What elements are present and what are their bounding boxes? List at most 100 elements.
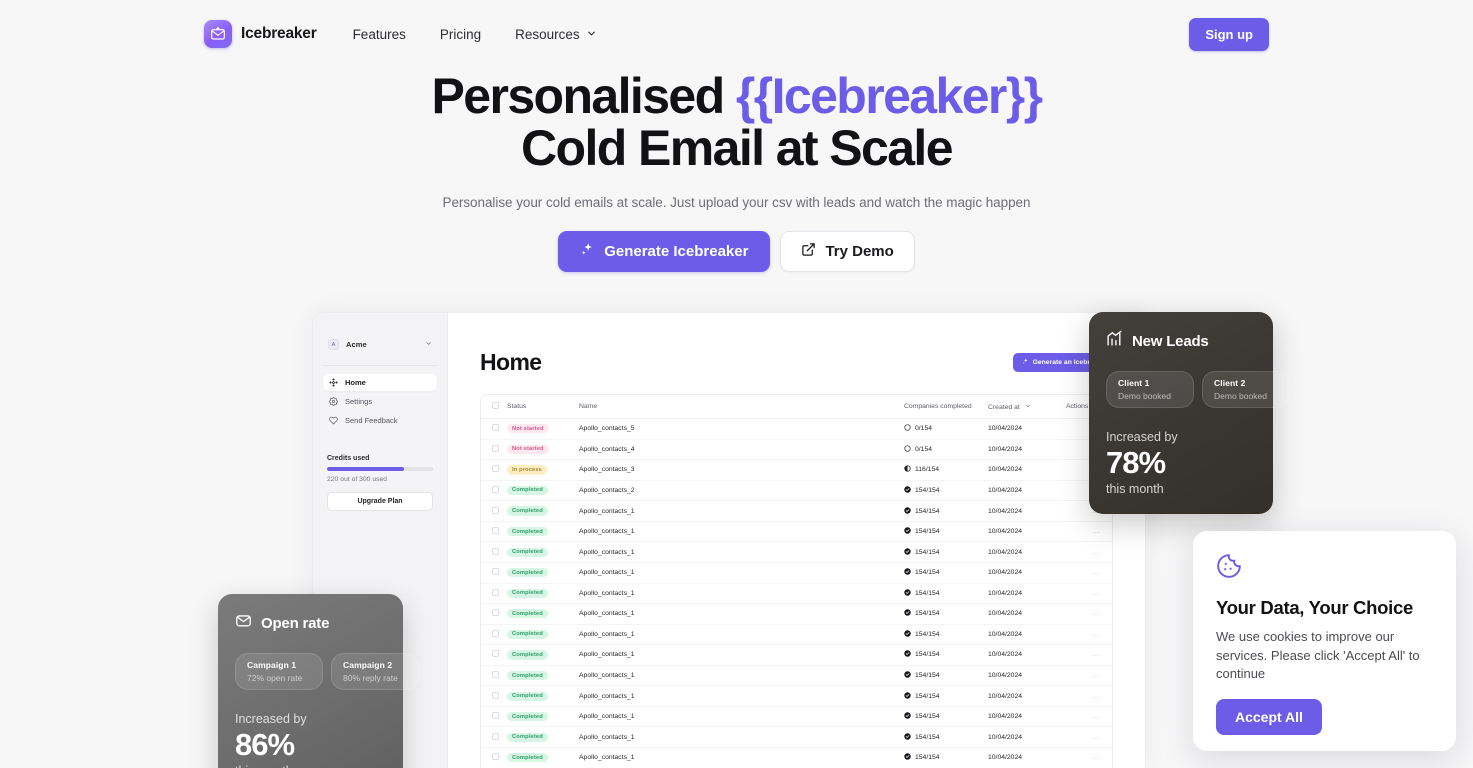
table-row[interactable]: Not started Apollo_contacts_4 0/154 10/04/2… <box>481 439 1112 461</box>
row-checkbox[interactable] <box>492 609 499 617</box>
table-row[interactable]: Completed Apollo_contacts_1 154/154 10/04/2… <box>481 521 1112 543</box>
row-actions-menu-icon[interactable]: ... <box>1092 549 1100 556</box>
row-actions-menu-icon[interactable]: ... <box>1092 672 1100 679</box>
row-actions-menu-icon[interactable]: ... <box>1092 713 1100 720</box>
row-select-cell[interactable] <box>481 541 507 563</box>
row-select-cell[interactable] <box>481 583 507 605</box>
row-actions-menu-icon[interactable]: ... <box>1092 569 1100 576</box>
cell-actions[interactable]: ... <box>1066 706 1112 728</box>
table-row[interactable]: Completed Apollo_contacts_2 154/154 10/04/2… <box>481 480 1112 502</box>
table-row[interactable]: Completed Apollo_contacts_1 154/154 10/04/2… <box>481 665 1112 687</box>
row-select-cell[interactable] <box>481 603 507 625</box>
select-all-checkbox[interactable] <box>492 402 499 409</box>
cell-actions[interactable]: ... <box>1066 685 1112 707</box>
table-row[interactable]: Completed Apollo_contacts_1 154/154 10/04/2… <box>481 562 1112 584</box>
row-actions-menu-icon[interactable]: ... <box>1092 693 1100 700</box>
table-row[interactable]: In process Apollo_contacts_3 116/154 10/04/… <box>481 459 1112 481</box>
row-checkbox[interactable] <box>492 424 499 432</box>
row-checkbox[interactable] <box>492 588 499 596</box>
row-select-cell[interactable] <box>481 706 507 728</box>
table-row[interactable]: Completed Apollo_contacts_1 154/154 10/04/2… <box>481 685 1112 707</box>
row-checkbox[interactable] <box>492 671 499 679</box>
row-select-cell[interactable] <box>481 644 507 666</box>
table-row[interactable]: Completed Apollo_contacts_1 154/154 10/04/2… <box>481 624 1112 646</box>
row-actions-menu-icon[interactable]: ... <box>1092 754 1100 761</box>
nav-link-resources[interactable]: Resources <box>515 27 597 42</box>
row-checkbox[interactable] <box>492 465 499 473</box>
row-select-cell[interactable] <box>481 665 507 687</box>
generate-icebreaker-button[interactable]: Generate Icebreaker <box>558 231 771 272</box>
row-checkbox[interactable] <box>492 527 499 535</box>
cell-actions[interactable]: ... <box>1066 583 1112 605</box>
table-row[interactable]: Completed Apollo_contacts_1 154/154 10/04/2… <box>481 583 1112 605</box>
row-select-cell[interactable] <box>481 685 507 707</box>
row-select-cell[interactable] <box>481 418 507 440</box>
column-created-at[interactable]: Created at <box>988 395 1066 419</box>
table-row[interactable]: Completed Apollo_contacts_1 154/154 10/04/2… <box>481 500 1112 522</box>
table-row[interactable]: Completed Apollo_contacts_1 154/154 10/04/2… <box>481 706 1112 728</box>
row-select-cell[interactable] <box>481 726 507 748</box>
select-all-header[interactable] <box>481 395 507 419</box>
status-badge: Completed <box>507 506 548 516</box>
try-demo-button[interactable]: Try Demo <box>780 231 915 272</box>
cell-actions[interactable]: ... <box>1066 644 1112 666</box>
row-checkbox[interactable] <box>492 691 499 699</box>
open-rate-title-row: Open rate <box>235 612 386 634</box>
row-checkbox[interactable] <box>492 650 499 658</box>
cell-actions[interactable]: ... <box>1066 521 1112 543</box>
table-row[interactable]: Completed Apollo_contacts_1 154/154 10/04/2… <box>481 747 1112 768</box>
cell-actions[interactable]: ... <box>1066 541 1112 563</box>
row-actions-menu-icon[interactable]: ... <box>1092 651 1100 658</box>
row-select-cell[interactable] <box>481 624 507 646</box>
cell-actions[interactable]: ... <box>1066 624 1112 646</box>
table-row[interactable]: Not started Apollo_contacts_5 0/154 10/04/2… <box>481 418 1112 440</box>
row-checkbox[interactable] <box>492 506 499 514</box>
sidebar-item-send-feedback[interactable]: Send Feedback <box>323 412 437 429</box>
cell-actions[interactable]: ... <box>1066 562 1112 584</box>
brand[interactable]: Icebreaker <box>204 20 317 48</box>
cell-actions[interactable]: ... <box>1066 665 1112 687</box>
row-actions-menu-icon[interactable]: ... <box>1092 631 1100 638</box>
row-checkbox[interactable] <box>492 629 499 637</box>
table-row[interactable]: Completed Apollo_contacts_1 154/154 10/04/2… <box>481 644 1112 666</box>
cell-actions[interactable]: ... <box>1066 747 1112 768</box>
sign-up-button[interactable]: Sign up <box>1189 17 1269 51</box>
table-row[interactable]: Completed Apollo_contacts_1 154/154 10/04/2… <box>481 603 1112 625</box>
row-select-cell[interactable] <box>481 747 507 768</box>
companies-completed-value: 154/154 <box>915 528 940 536</box>
nav-link-pricing[interactable]: Pricing <box>440 27 481 42</box>
row-actions-menu-icon[interactable]: ... <box>1092 528 1100 535</box>
workspace-switcher[interactable]: A Acme <box>323 335 437 354</box>
bar-chart-icon <box>1106 330 1123 352</box>
row-actions-menu-icon[interactable]: ... <box>1092 734 1100 741</box>
row-checkbox[interactable] <box>492 485 499 493</box>
row-actions-menu-icon[interactable]: ... <box>1092 590 1100 597</box>
nav-link-features[interactable]: Features <box>353 27 406 42</box>
sidebar-item-settings[interactable]: Settings <box>323 393 437 410</box>
sidebar-item-home[interactable]: Home <box>323 374 437 391</box>
accept-all-button[interactable]: Accept All <box>1216 698 1322 735</box>
open-rate-pill-row: Campaign 1 72% open rate Campaign 2 80% … <box>235 653 419 690</box>
row-select-cell[interactable] <box>481 480 507 502</box>
upgrade-plan-button[interactable]: Upgrade Plan <box>327 491 433 511</box>
row-select-cell[interactable] <box>481 500 507 522</box>
row-select-cell[interactable] <box>481 459 507 481</box>
status-badge: Not started <box>507 424 549 434</box>
row-checkbox[interactable] <box>492 753 499 761</box>
row-checkbox[interactable] <box>492 732 499 740</box>
row-select-cell[interactable] <box>481 562 507 584</box>
row-checkbox[interactable] <box>492 568 499 576</box>
table-row[interactable]: Completed Apollo_contacts_1 154/154 10/04/2… <box>481 541 1112 563</box>
cell-created-at: 10/04/2024 <box>988 439 1066 461</box>
cell-status: Completed <box>507 726 579 748</box>
row-checkbox[interactable] <box>492 547 499 555</box>
row-checkbox[interactable] <box>492 712 499 720</box>
row-checkbox[interactable] <box>492 444 499 452</box>
table-row[interactable]: Completed Apollo_contacts_1 154/154 10/04/2… <box>481 726 1112 748</box>
row-select-cell[interactable] <box>481 439 507 461</box>
cell-actions[interactable]: ... <box>1066 726 1112 748</box>
status-badge: Completed <box>507 712 548 722</box>
row-select-cell[interactable] <box>481 521 507 543</box>
cell-actions[interactable]: ... <box>1066 603 1112 625</box>
row-actions-menu-icon[interactable]: ... <box>1092 610 1100 617</box>
